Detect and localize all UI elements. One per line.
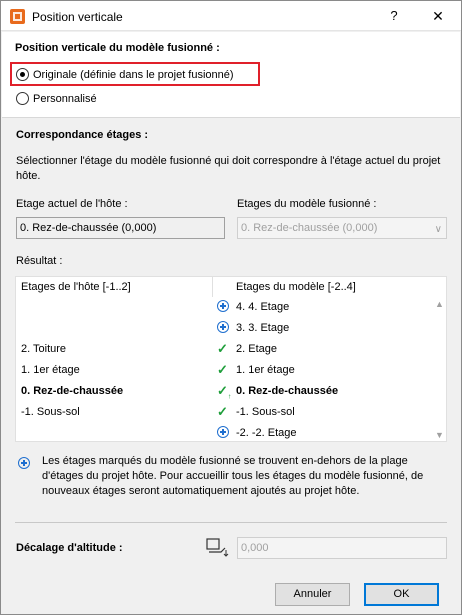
model-story-dropdown[interactable]: 0. Rez-de-chaussée (0,000) ∨ [237, 217, 447, 239]
result-table: Etages de l'hôte [-1..2] Etages du modèl… [15, 276, 447, 442]
story-matching-heading: Correspondance étages : [16, 129, 149, 141]
row-model-story: 1. 1er étage [236, 364, 295, 376]
column-header-host: Etages de l'hôte [-1..2] [21, 281, 131, 293]
radio-custom-button[interactable] [16, 92, 29, 105]
title-bar: Position verticale ? ✕ [1, 1, 461, 31]
row-host-story: -1. Sous-sol [21, 406, 80, 418]
chevron-down-icon: ∨ [434, 224, 442, 235]
check-icon: ✓ [217, 362, 228, 377]
row-model-story: 3. 3. Etage [236, 322, 290, 334]
table-header: Etages de l'hôte [-1..2] Etages du modèl… [16, 277, 431, 298]
scroll-down-icon[interactable]: ▼ [435, 430, 444, 440]
table-row: -1. Sous-sol ✓ -1. Sous-sol [16, 402, 431, 423]
host-story-label: Etage actuel de l'hôte : [16, 198, 128, 210]
result-label: Résultat : [16, 255, 63, 267]
note-plus-icon [18, 457, 30, 472]
host-story-field: 0. Rez-de-chaussée (0,000) [16, 217, 225, 239]
elevation-offset-icon [206, 538, 229, 557]
vertical-position-heading: Position verticale du modèle fusionné : [15, 42, 220, 54]
row-host-story: 1. 1er étage [21, 364, 80, 376]
table-row: 1. 1er étage ✓ 1. 1er étage [16, 360, 431, 381]
plus-icon [217, 426, 231, 440]
row-host-story: 2. Toiture [21, 343, 67, 355]
model-story-label: Etages du modèle fusionné : [237, 198, 377, 210]
row-model-story: 4. 4. Etage [236, 301, 290, 313]
table-row: -2. -2. Etage [16, 423, 431, 444]
radio-custom[interactable]: Personnalisé [16, 92, 97, 105]
row-model-story: -1. Sous-sol [236, 406, 295, 418]
separator [15, 522, 447, 523]
window-title: Position verticale [32, 10, 123, 24]
row-model-story: -2. -2. Etage [236, 427, 297, 439]
column-header-model: Etages du modèle [-2..4] [236, 281, 356, 293]
check-anchor-icon: ✓↑ [217, 383, 232, 401]
dialog-window: Position verticale ? ✕ Position vertical… [0, 0, 462, 615]
scroll-up-icon[interactable]: ▲ [435, 299, 444, 309]
row-model-story: 0. Rez-de-chaussée [236, 385, 339, 397]
app-icon [10, 9, 25, 24]
ok-button[interactable]: OK [364, 583, 439, 606]
cancel-button[interactable]: Annuler [275, 583, 350, 606]
highlight-box [10, 62, 260, 86]
plus-icon [217, 300, 231, 314]
model-story-dropdown-value: 0. Rez-de-chaussée (0,000) [241, 222, 378, 234]
table-scrollbar[interactable]: ▲ ▼ [432, 297, 446, 442]
table-row: 0. Rez-de-chaussée ✓↑ 0. Rez-de-chaussée [16, 381, 431, 402]
table-row: 4. 4. Etage [16, 297, 431, 318]
elevation-offset-field[interactable]: 0,000 [237, 537, 447, 559]
radio-custom-label: Personnalisé [33, 92, 97, 105]
check-icon: ✓ [217, 404, 228, 419]
elevation-offset-label: Décalage d'altitude : [16, 542, 123, 554]
note-text: Les étages marqués du modèle fusionné se… [42, 455, 424, 497]
table-row: 3. 3. Etage [16, 318, 431, 339]
close-button[interactable]: ✕ [425, 3, 451, 29]
story-matching-description: Sélectionner l'étage du modèle fusionné … [16, 155, 441, 182]
help-button[interactable]: ? [381, 3, 407, 29]
row-host-story: 0. Rez-de-chaussée [21, 385, 124, 397]
table-row: 2. Toiture ✓ 2. Etage [16, 339, 431, 360]
check-icon: ✓ [217, 341, 228, 356]
row-model-story: 2. Etage [236, 343, 277, 355]
column-divider [212, 277, 213, 297]
plus-icon [217, 321, 231, 335]
